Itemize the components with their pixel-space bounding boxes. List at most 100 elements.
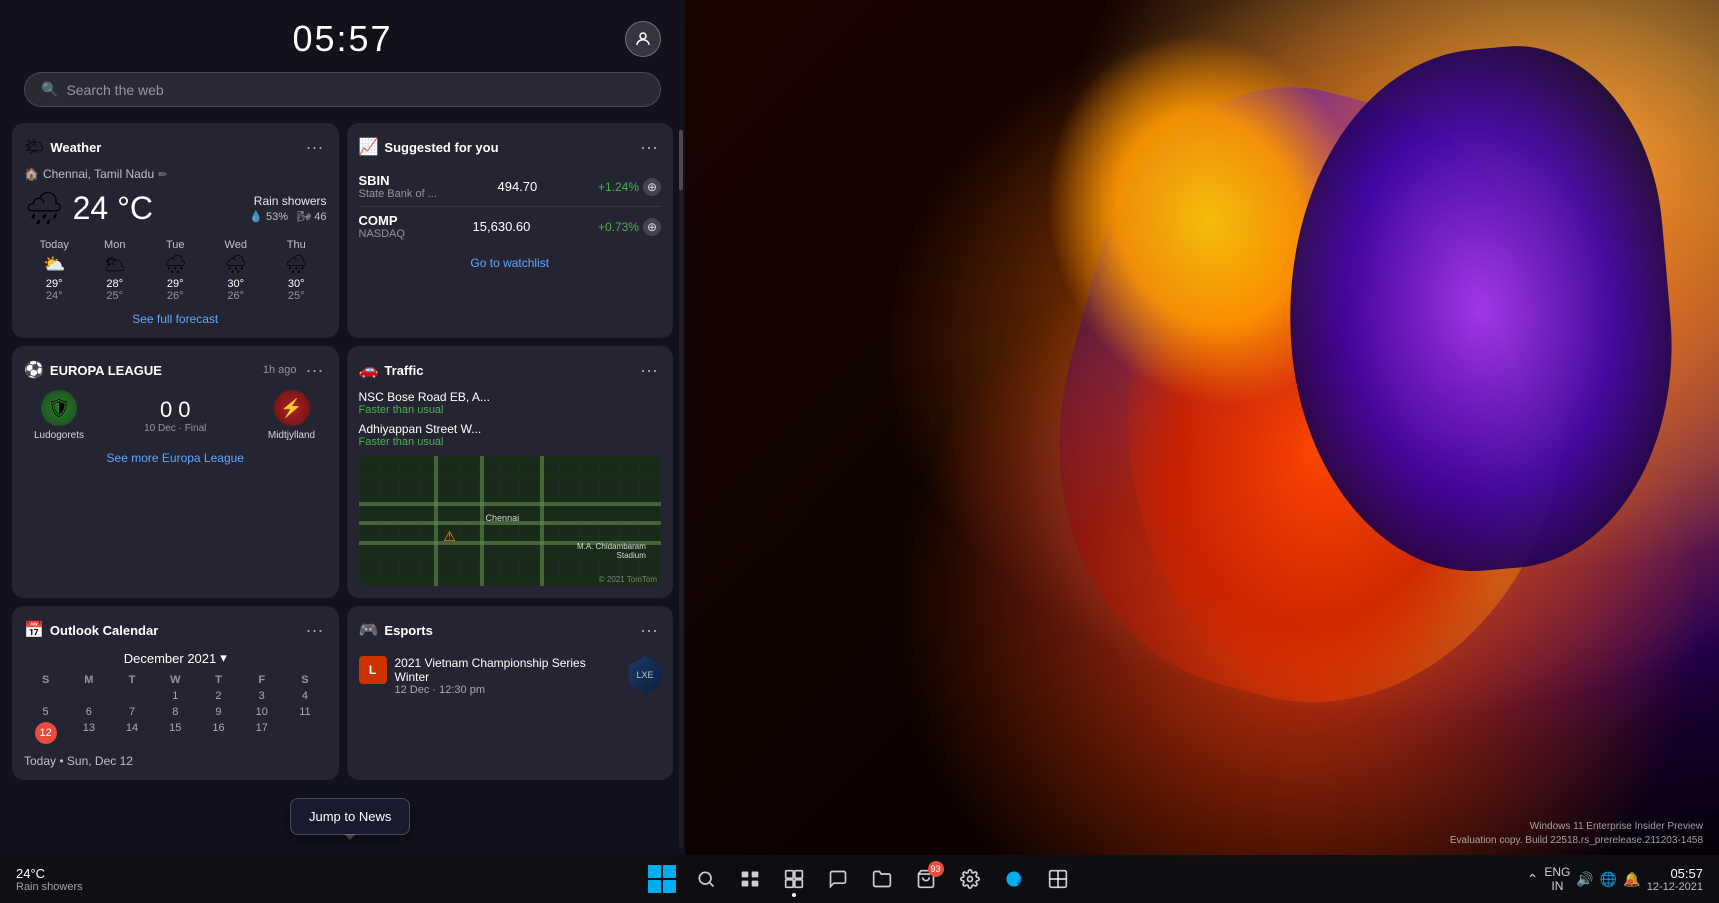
map-copyright: © 2021 TomTom <box>599 575 657 584</box>
team1-name: Ludogorets <box>34 430 84 441</box>
esports-menu-button[interactable]: ··· <box>637 618 661 642</box>
calendar-week-2: 5 6 7 8 9 10 11 <box>24 704 327 720</box>
ludogorets-badge: 🛡 <box>41 390 77 426</box>
snipping-tool-button[interactable] <box>1038 859 1078 899</box>
settings-button[interactable] <box>950 859 990 899</box>
esport-logo: L <box>359 656 387 684</box>
weather-widget: 🌤 Weather ··· 🏠 Chennai, Tamil Nadu ✏ 🌧 … <box>12 123 339 338</box>
stocks-menu-button[interactable]: ··· <box>637 135 661 159</box>
traffic-menu-button[interactable]: ··· <box>637 358 661 382</box>
traffic-map: Chennai M.A. ChidambaramStadium ⚠ © 2021… <box>359 456 662 586</box>
profile-button[interactable] <box>625 21 661 57</box>
taskbar-weather-description: Rain showers <box>16 881 83 893</box>
weather-condition: Rain showers <box>249 194 326 208</box>
chevron-down-icon[interactable]: ▾ <box>220 650 227 666</box>
stock-row-comp[interactable]: COMP NASDAQ 15,630.60 +0.73% ⊕ <box>359 207 662 246</box>
clock-display: 05:57 <box>60 18 625 60</box>
map-warning-icon: ⚠ <box>443 528 456 545</box>
start-button[interactable] <box>642 859 682 899</box>
forecast-day-wed: Wed 🌧 30° 26° <box>206 239 267 302</box>
taskbar-search-button[interactable] <box>686 859 726 899</box>
language-indicator[interactable]: ENGIN <box>1544 865 1570 894</box>
edge-browser-button[interactable] <box>994 859 1034 899</box>
traffic-icon: 🚗 <box>359 360 379 380</box>
wallpaper-art <box>669 0 1719 870</box>
edit-icon[interactable]: ✏ <box>158 168 167 181</box>
route-1: NSC Bose Road EB, A... Faster than usual <box>359 390 662 416</box>
taskbar-right: ⌃ ENGIN 🔊 🌐 🔔 05:57 12-12-2021 <box>1527 865 1703 894</box>
forecast-day-today: Today ⛅ 29° 24° <box>24 239 85 302</box>
search-icon: 🔍 <box>41 81 58 98</box>
calendar-menu-button[interactable]: ··· <box>303 618 327 642</box>
panel-header: 05:57 <box>0 0 685 72</box>
widget-panel: 05:57 🔍 🌤 Weather ··· 🏠 Chennai, Tamil N… <box>0 0 685 903</box>
team-ludogorets: 🛡 Ludogorets <box>24 390 94 441</box>
europa-icon: ⚽ <box>24 360 44 380</box>
esport-datetime: 12 Dec · 12:30 pm <box>395 684 622 696</box>
forecast-day-thu: Thu 🌧 30° 25° <box>266 239 327 302</box>
esports-widget: 🎮 Esports ··· L 2021 Vietnam Championshi… <box>347 606 674 780</box>
scrollbar-thumb[interactable] <box>679 130 683 190</box>
see-more-europa-link[interactable]: See more Europa League <box>24 451 327 465</box>
traffic-title: Traffic <box>384 363 423 378</box>
system-clock[interactable]: 05:57 12-12-2021 <box>1647 866 1703 893</box>
stock-add-comp[interactable]: ⊕ <box>643 218 661 236</box>
system-date: 12-12-2021 <box>1647 881 1703 893</box>
weather-menu-button[interactable]: ··· <box>303 135 327 159</box>
stocks-icon: 📈 <box>359 137 379 157</box>
volume-icon[interactable]: 🔊 <box>1576 871 1593 888</box>
calendar-month-header: December 2021 ▾ <box>24 650 327 666</box>
chat-button[interactable] <box>818 859 858 899</box>
widgets-grid: 🌤 Weather ··· 🏠 Chennai, Tamil Nadu ✏ 🌧 … <box>0 123 685 780</box>
widgets-button[interactable] <box>774 859 814 899</box>
notification-area[interactable]: 🔔 <box>1623 871 1640 888</box>
weather-main: 🌧 24 °C Rain showers 💧 53% 🌬 46 <box>24 189 327 227</box>
weather-icon: 🌤 <box>24 137 44 157</box>
calendar-header: 📅 Outlook Calendar ··· <box>24 618 327 642</box>
map-road-v3 <box>434 456 438 586</box>
calendar-week-3: 12 13 14 15 16 17 <box>24 720 327 746</box>
system-tray-expand[interactable]: ⌃ <box>1527 871 1539 888</box>
home-icon: 🏠 <box>24 167 39 181</box>
team2-name: Midtjylland <box>268 430 315 441</box>
europa-menu-button[interactable]: ··· <box>303 358 327 382</box>
esport-event: L 2021 Vietnam Championship Series Winte… <box>359 650 662 702</box>
weather-temperature: 24 °C <box>73 190 153 227</box>
search-bar[interactable]: 🔍 <box>24 72 661 107</box>
stock-row-sbin[interactable]: SBIN State Bank of ... 494.70 +1.24% ⊕ <box>359 167 662 207</box>
watchlist-button[interactable]: Go to watchlist <box>359 256 662 270</box>
stock-add-sbin[interactable]: ⊕ <box>643 178 661 196</box>
traffic-title-row: 🚗 Traffic <box>359 360 424 380</box>
calendar-days-header: S M T W T F S <box>24 672 327 688</box>
windows-info-line2: Evaluation copy. Build 22518.rs_prerelea… <box>1450 834 1703 848</box>
score-display: 0 0 <box>144 397 206 423</box>
route-2: Adhiyappan Street W... Faster than usual <box>359 422 662 448</box>
weather-forecast: Today ⛅ 29° 24° Mon 🌥 28° 25° Tue 🌧 29° … <box>24 239 327 302</box>
notification-dot <box>1627 879 1633 885</box>
weather-cloud-icon: 🌧 <box>24 189 65 227</box>
esports-icon: 🎮 <box>359 620 379 640</box>
traffic-widget: 🚗 Traffic ··· NSC Bose Road EB, A... Fas… <box>347 346 674 598</box>
network-icon[interactable]: 🌐 <box>1600 871 1617 888</box>
task-view-button[interactable] <box>730 859 770 899</box>
store-button[interactable]: 93 <box>906 859 946 899</box>
file-explorer-button[interactable] <box>862 859 902 899</box>
scrollbar[interactable] <box>679 130 683 848</box>
map-landmark-label: M.A. ChidambaramStadium <box>577 542 646 560</box>
stocks-list: SBIN State Bank of ... 494.70 +1.24% ⊕ C… <box>359 167 662 246</box>
windows-build-info: Windows 11 Enterprise Insider Preview Ev… <box>1450 820 1703 848</box>
esport-event-name: 2021 Vietnam Championship Series Winter <box>395 656 622 684</box>
map-road-v2 <box>540 456 544 586</box>
weather-title: Weather <box>50 140 101 155</box>
map-road-h2 <box>359 502 662 506</box>
taskbar-left: 24°C Rain showers <box>16 866 91 893</box>
jump-to-news-tooltip[interactable]: Jump to News <box>290 798 410 835</box>
calendar-today-label: Today • Sun, Dec 12 <box>24 754 327 768</box>
esport-shield: LXE <box>629 656 661 694</box>
europa-title-row: ⚽ EUROPA LEAGUE <box>24 360 162 380</box>
route-2-status: Faster than usual <box>359 436 662 448</box>
search-input[interactable] <box>66 82 644 98</box>
calendar-grid: S M T W T F S 1 2 3 4 <box>24 672 327 746</box>
see-full-forecast-link[interactable]: See full forecast <box>24 312 327 326</box>
score-block: 0 0 10 Dec · Final <box>144 397 206 434</box>
